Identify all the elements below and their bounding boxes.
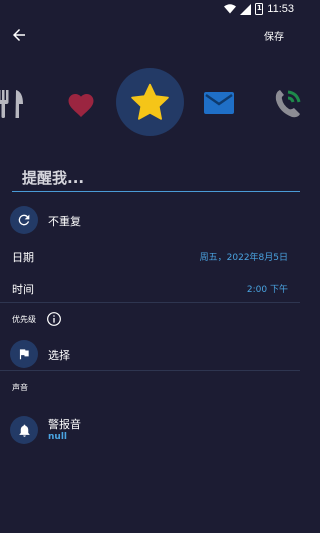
date-row[interactable]: 日期 周五，2022年8月5日 bbox=[0, 244, 300, 268]
status-time: 11:53 bbox=[267, 3, 294, 15]
category-call[interactable] bbox=[272, 86, 304, 120]
repeat-row[interactable]: 不重复 bbox=[0, 205, 300, 237]
category-love[interactable] bbox=[66, 90, 96, 118]
status-bar: 1 11:53 bbox=[0, 0, 300, 18]
flag-icon bbox=[19, 349, 29, 360]
arrow-left-icon bbox=[13, 29, 25, 41]
info-icon bbox=[47, 312, 61, 326]
sound-section-label: 声音 bbox=[12, 383, 28, 392]
alarm-sound-button[interactable] bbox=[10, 416, 38, 444]
category-icon-strip bbox=[0, 68, 301, 140]
priority-choose-label: 选择 bbox=[48, 349, 70, 362]
divider bbox=[0, 370, 300, 371]
back-button[interactable] bbox=[10, 26, 28, 44]
priority-choose-row[interactable]: 选择 bbox=[0, 340, 300, 370]
priority-label: 优先级 bbox=[12, 315, 36, 324]
time-label: 时间 bbox=[12, 283, 34, 296]
reminder-input[interactable] bbox=[12, 164, 300, 191]
sound-header: 声音 bbox=[0, 382, 300, 396]
time-value[interactable]: 2:00 下午 bbox=[247, 282, 288, 295]
battery-level: 1 bbox=[256, 4, 262, 12]
repeat-label: 不重复 bbox=[48, 215, 81, 228]
signal-icon bbox=[240, 3, 252, 15]
mail-icon bbox=[204, 92, 234, 114]
priority-flag-button[interactable] bbox=[10, 340, 38, 368]
date-value[interactable]: 周五，2022年8月5日 bbox=[200, 250, 288, 263]
alarm-sound-value: null bbox=[48, 432, 67, 442]
category-mail[interactable] bbox=[204, 92, 234, 114]
fork-knife-icon bbox=[0, 90, 23, 118]
star-icon bbox=[131, 83, 169, 120]
time-row[interactable]: 时间 2:00 下午 bbox=[0, 276, 300, 300]
phone-icon bbox=[275, 90, 301, 118]
alarm-sound-label: 警报音 bbox=[48, 418, 81, 431]
priority-header: 优先级 bbox=[0, 310, 300, 330]
battery-icon: 1 bbox=[255, 3, 264, 15]
date-label: 日期 bbox=[12, 251, 34, 264]
alarm-sound-row[interactable]: 警报音 null bbox=[0, 414, 300, 446]
divider bbox=[0, 302, 300, 303]
reminder-field bbox=[12, 164, 300, 192]
category-dining[interactable] bbox=[0, 88, 26, 120]
save-button[interactable]: 保存 bbox=[264, 28, 284, 43]
info-button[interactable] bbox=[46, 311, 62, 327]
category-important-selected[interactable] bbox=[116, 68, 184, 136]
repeat-button[interactable] bbox=[10, 206, 38, 234]
wifi-icon bbox=[224, 4, 237, 14]
repeat-icon bbox=[18, 214, 30, 226]
bell-icon bbox=[19, 424, 29, 437]
heart-icon bbox=[68, 94, 94, 117]
app-bar: 保存 bbox=[0, 22, 300, 48]
